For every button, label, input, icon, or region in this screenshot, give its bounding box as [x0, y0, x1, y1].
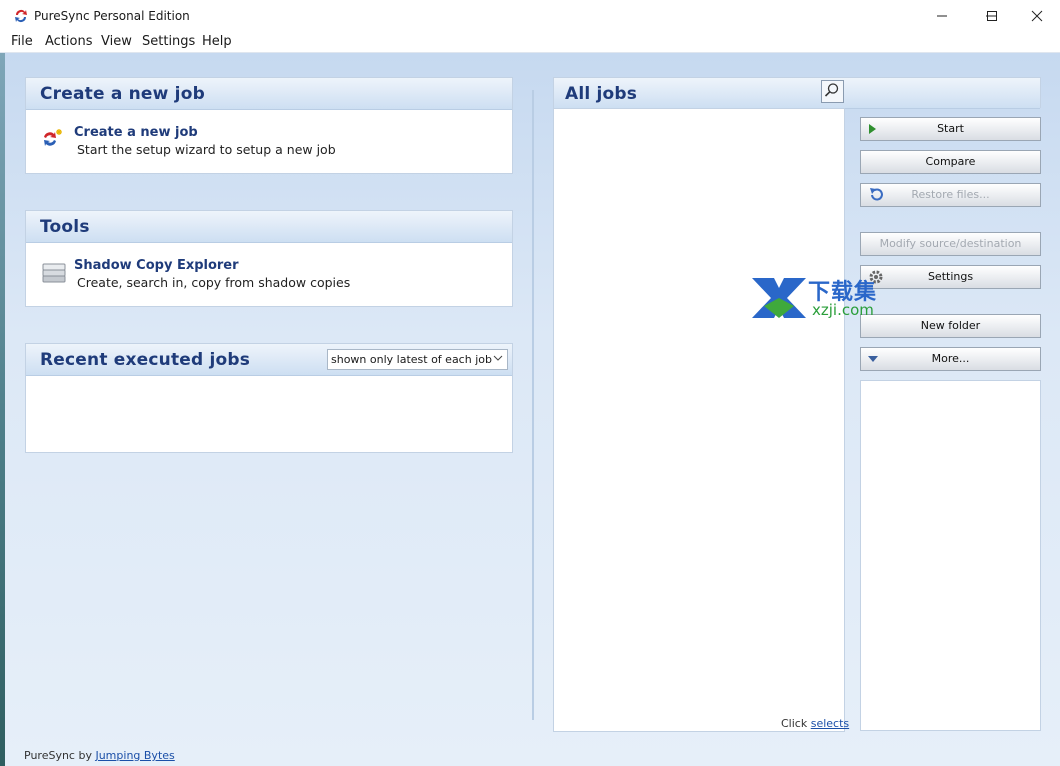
new-folder-button[interactable]: New folder	[860, 314, 1041, 338]
start-button-label: Start	[937, 122, 964, 135]
watermark-url: xzji.com	[812, 301, 874, 319]
recent-jobs-filter-value: shown only latest of each job	[331, 353, 492, 366]
selects-link[interactable]: selects	[811, 717, 849, 730]
close-icon	[1031, 10, 1043, 22]
restore-files-button-label: Restore files...	[911, 188, 990, 201]
restore-files-button[interactable]: Restore files...	[860, 183, 1041, 207]
tools-panel: Tools Shadow Copy Explorer Create, searc…	[25, 210, 513, 307]
maximize-button[interactable]	[969, 0, 1015, 32]
shadow-copy-explorer-link[interactable]: Shadow Copy Explorer	[74, 258, 239, 273]
search-icon	[824, 83, 839, 97]
jobs-list[interactable]	[553, 108, 845, 732]
tools-panel-title: Tools	[40, 217, 90, 237]
all-jobs-panel-header: All jobs	[554, 78, 1040, 109]
jumping-bytes-link[interactable]: Jumping Bytes	[95, 749, 174, 762]
menu-view[interactable]: View	[101, 34, 132, 49]
create-job-panel-title: Create a new job	[40, 84, 205, 104]
all-jobs-panel-title: All jobs	[565, 84, 638, 104]
app-icon	[15, 10, 27, 23]
close-button[interactable]	[1014, 0, 1060, 32]
menu-settings[interactable]: Settings	[142, 34, 195, 49]
modify-source-destination-button[interactable]: Modify source/destination	[860, 232, 1041, 256]
title-bar: PureSync Personal Edition	[0, 0, 1060, 32]
chevron-down-icon	[493, 355, 503, 361]
recent-jobs-panel-title: Recent executed jobs	[40, 350, 251, 370]
start-button[interactable]: Start	[860, 117, 1041, 141]
compare-button[interactable]: Compare	[860, 150, 1041, 174]
menu-bar: File Actions View Settings Help	[0, 32, 1060, 53]
footer: PureSync by Jumping Bytes	[24, 749, 175, 762]
create-job-description: Start the setup wizard to setup a new jo…	[77, 142, 336, 157]
panel-splitter[interactable]	[532, 90, 534, 720]
drive-stack-icon[interactable]	[41, 262, 67, 284]
folder-list[interactable]	[860, 380, 1041, 731]
maximize-icon	[987, 11, 997, 21]
play-icon	[869, 124, 876, 134]
compare-button-label: Compare	[925, 155, 976, 168]
click-hint-prefix: Click	[781, 717, 808, 730]
restore-icon	[870, 188, 883, 201]
window-title: PureSync Personal Edition	[34, 9, 190, 23]
dropdown-arrow-icon	[868, 356, 878, 362]
minimize-button[interactable]	[919, 0, 965, 32]
settings-button-label: Settings	[927, 270, 974, 283]
new-folder-button-label: New folder	[920, 319, 981, 332]
settings-button[interactable]: Settings	[860, 265, 1041, 289]
menu-file[interactable]: File	[11, 34, 33, 49]
more-button-label: More...	[931, 352, 970, 365]
watermark-logo-icon	[752, 278, 806, 318]
shadow-copy-description: Create, search in, copy from shadow copi…	[77, 275, 351, 290]
recent-jobs-panel: Recent executed jobs shown only latest o…	[25, 343, 513, 453]
tools-panel-header: Tools	[26, 211, 512, 243]
modify-button-label: Modify source/destination	[879, 237, 1022, 250]
all-jobs-panel: All jobs	[553, 77, 1041, 109]
recent-jobs-panel-header: Recent executed jobs shown only latest o…	[26, 344, 512, 376]
recent-jobs-filter-select[interactable]: shown only latest of each job	[327, 349, 508, 370]
create-job-panel-header: Create a new job	[26, 78, 512, 110]
create-job-panel: Create a new job Create a new job Start …	[25, 77, 513, 174]
create-job-link[interactable]: Create a new job	[74, 125, 198, 140]
menu-actions[interactable]: Actions	[45, 34, 93, 49]
search-button[interactable]	[821, 80, 844, 103]
more-button[interactable]: More...	[860, 347, 1041, 371]
footer-prefix: PureSync by	[24, 749, 92, 762]
sync-new-icon[interactable]	[41, 128, 63, 150]
click-hint: Click selects	[781, 717, 849, 730]
minimize-icon	[937, 15, 947, 17]
menu-help[interactable]: Help	[202, 34, 232, 49]
